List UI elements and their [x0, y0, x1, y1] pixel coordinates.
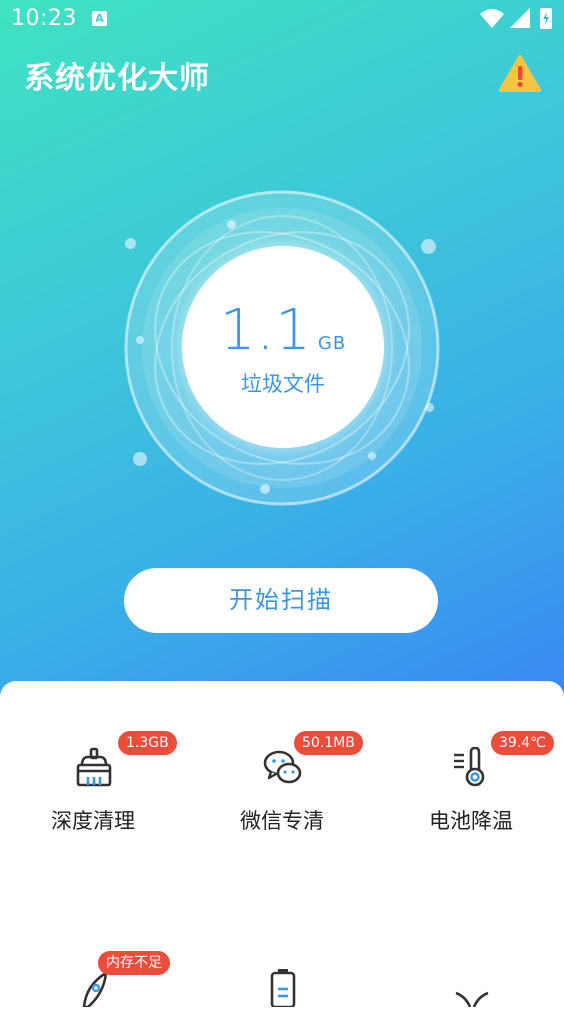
- battery-icon: [270, 969, 296, 1007]
- junk-size-value: 1.1: [219, 298, 312, 363]
- junk-summary-circle: 1.1 GB 垃圾文件: [182, 246, 384, 448]
- broom-icon: [76, 747, 112, 787]
- bubble-decoration: [227, 220, 236, 229]
- tool-label: 深度清理: [51, 809, 135, 833]
- notification-icon: A: [92, 11, 107, 26]
- tool-label: 微信专清: [240, 809, 324, 833]
- fan-icon: [455, 991, 489, 1007]
- battery-cooling-badge: 39.4℃: [491, 731, 554, 755]
- warning-icon[interactable]: [498, 54, 542, 94]
- wechat-clean-badge: 50.1MB: [294, 731, 363, 755]
- bubble-decoration: [425, 403, 434, 412]
- status-icons: [480, 8, 552, 29]
- wechat-icon: [263, 750, 302, 784]
- bubble-decoration: [260, 484, 270, 494]
- start-scan-button[interactable]: 开始扫描: [124, 568, 438, 633]
- thermometer-icon: [454, 747, 485, 787]
- junk-size-unit: GB: [317, 333, 347, 354]
- bubble-decoration: [421, 239, 436, 254]
- signal-icon: [510, 8, 530, 28]
- bubble-decoration: [136, 336, 144, 344]
- bubble-decoration: [125, 238, 136, 249]
- bubble-decoration: [133, 452, 147, 466]
- app-title: 系统优化大师: [24, 61, 210, 96]
- tool-wechat-clean[interactable]: 50.1MB 微信专清: [202, 681, 363, 833]
- tool-memory-boost[interactable]: 内存不足: [13, 901, 173, 1021]
- tool-deep-clean[interactable]: 1.3GB 深度清理: [13, 681, 177, 833]
- status-bar: 10:23 A: [0, 0, 564, 38]
- junk-label: 垃圾文件: [241, 372, 325, 396]
- tool-label: 电池降温: [429, 809, 513, 833]
- memory-boost-badge: 内存不足: [98, 951, 170, 975]
- bubble-decoration: [368, 452, 376, 460]
- tool-battery[interactable]: [202, 901, 362, 1021]
- tools-panel: 1.3GB 深度清理 50.1MB 微信专清 39.4℃ 电池降温 内存不足: [0, 681, 564, 1007]
- tool-cooling-fan[interactable]: [391, 901, 551, 1021]
- status-time: 10:23: [11, 6, 77, 31]
- deep-clean-badge: 1.3GB: [118, 731, 177, 755]
- wifi-icon: [480, 9, 504, 28]
- junk-size: 1.1 GB: [182, 298, 384, 363]
- tool-battery-cooling[interactable]: 39.4℃ 电池降温: [391, 681, 554, 833]
